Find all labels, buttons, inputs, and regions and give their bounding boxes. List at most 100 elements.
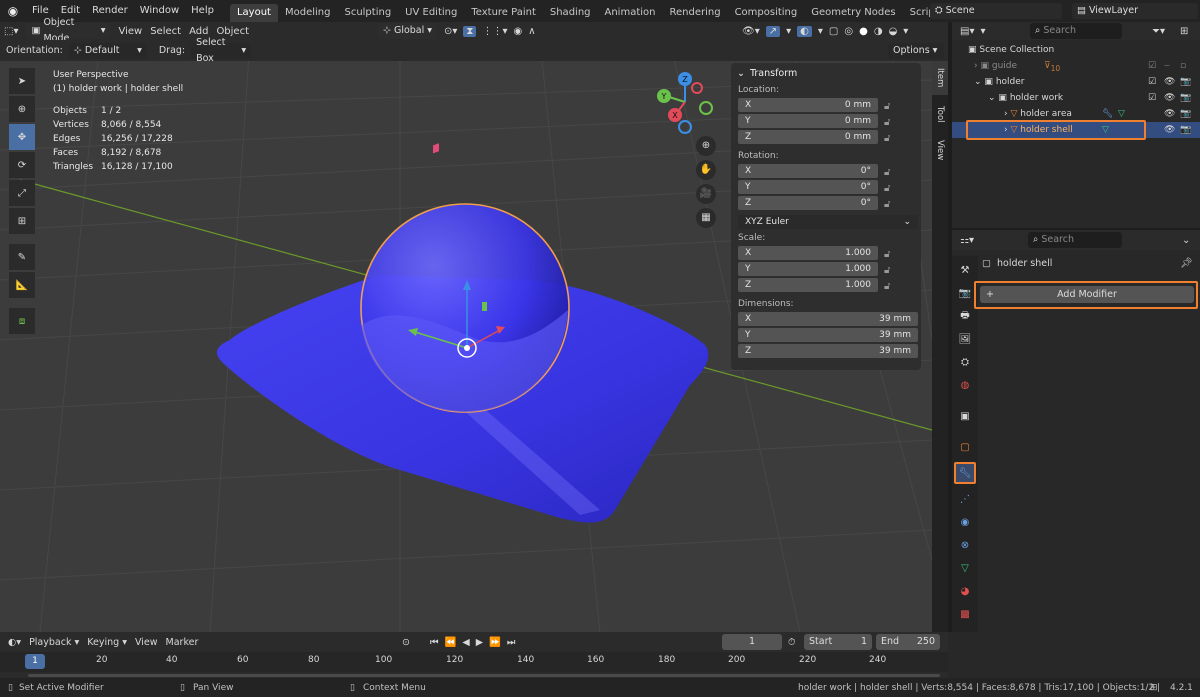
outliner-row-holder[interactable]: ⌄ ▣ holder ☑ 👁 📷 [952, 74, 1200, 90]
particles-tab-icon[interactable]: ⋰ [957, 491, 973, 507]
lock-icon[interactable]: 🔓︎ [884, 101, 890, 112]
lock-icon[interactable]: 🔓︎ [884, 167, 890, 178]
outliner-row-scene-collection[interactable]: ▣ Scene Collection [952, 42, 1200, 58]
proportional-edit-icon[interactable]: ◉ [513, 26, 522, 37]
start-frame-field[interactable]: Start 1 [804, 634, 872, 650]
texture-tab-icon[interactable]: ▩ [957, 606, 973, 622]
navigation-gizmo[interactable]: Z Y X [650, 70, 720, 140]
timeline-scrollbar[interactable] [28, 674, 940, 677]
outliner-search-input[interactable]: ⌕ Search [1030, 23, 1122, 39]
next-key-icon[interactable]: ⏩ [489, 637, 501, 648]
menu-playback[interactable]: Playback ▾ [29, 637, 79, 648]
camera-icon[interactable]: 📷 [1180, 122, 1191, 138]
stopwatch-icon[interactable]: ⏱ [788, 637, 795, 648]
tab-shading[interactable]: Shading [543, 4, 598, 22]
camera-icon[interactable]: 📷 [1180, 106, 1191, 122]
shading-rendered-icon[interactable]: ◒ [889, 26, 898, 37]
camera-icon[interactable]: 🎥 [696, 184, 716, 204]
measure-tool[interactable]: 📐 [9, 272, 35, 298]
shading-material-icon[interactable]: ◑ [874, 26, 883, 37]
outliner-row-holder-shell[interactable]: › ▽ holder shell ▽ 👁 📷 [952, 120, 1200, 140]
new-collection-icon[interactable]: ⊞ [1180, 26, 1188, 37]
gizmo-dropdown-icon[interactable]: ▾ [786, 26, 791, 37]
expand-icon[interactable]: ⌄ [974, 77, 982, 87]
pivot-icon[interactable]: ⊙▾ [444, 26, 457, 37]
tab-animation[interactable]: Animation [598, 4, 663, 22]
zoom-icon[interactable]: ⊕ [696, 136, 716, 156]
tab-item[interactable]: Item [932, 61, 948, 95]
data-tab-icon[interactable]: ▽ [957, 560, 973, 576]
lock-icon[interactable]: 🔓︎ [884, 249, 890, 260]
lock-icon[interactable]: 🔓︎ [884, 199, 890, 210]
physics-tab-icon[interactable]: ◉ [957, 514, 973, 530]
current-frame-field[interactable]: 1 [722, 634, 782, 650]
end-frame-field[interactable]: End 250 [876, 634, 940, 650]
jump-start-icon[interactable]: ⏮ [430, 637, 439, 648]
prev-key-icon[interactable]: ⏪ [445, 637, 457, 648]
modifier-tab-icon[interactable]: 🔧︎ [954, 462, 976, 484]
timeline-ruler[interactable]: 1 20 40 60 80 100 120 140 160 180 200 22… [0, 652, 948, 672]
lock-icon[interactable]: 🔓︎ [884, 133, 890, 144]
dimension-z-field[interactable]: Z 39 mm [738, 344, 918, 358]
dimension-y-field[interactable]: Y 39 mm [738, 328, 918, 342]
checkbox-icon[interactable]: ☑ [1148, 74, 1156, 90]
tab-geometry-nodes[interactable]: Geometry Nodes [804, 4, 902, 22]
grid-ortho-icon[interactable]: ▦ [696, 208, 716, 228]
select-box-tool[interactable]: ➤ [9, 68, 35, 94]
play-reverse-icon[interactable]: ◀ [462, 637, 469, 648]
lock-icon[interactable]: 🔓︎ [884, 281, 890, 292]
tab-uv-editing[interactable]: UV Editing [398, 4, 464, 22]
overlay-toggle-icon[interactable]: ◐ [797, 25, 812, 37]
scale-x-field[interactable]: X 1.000 [738, 246, 878, 260]
overlay-dropdown-icon[interactable]: ▾ [818, 26, 823, 37]
shading-solid-icon[interactable]: ● [859, 26, 868, 37]
filter-icon[interactable]: ⏷▾ [1152, 26, 1165, 37]
transform-header[interactable]: ⌄ Transform [731, 63, 921, 83]
timeline-editor-icon[interactable]: ◐▾ [8, 637, 21, 648]
expand-icon[interactable]: ⌄ [988, 93, 996, 103]
eye-closed-icon[interactable]: ⌣ [1164, 58, 1170, 74]
scale-y-field[interactable]: Y 1.000 [738, 262, 878, 276]
rotation-mode-dropdown[interactable]: XYZ Euler ⌄ [738, 215, 918, 229]
scale-tool[interactable]: ⤢ [9, 180, 35, 206]
tab-view[interactable]: View [932, 133, 948, 167]
options-dropdown[interactable]: Options ▾ [888, 42, 944, 59]
gizmo-toggle-icon[interactable]: ↗ [765, 25, 781, 37]
3d-viewport[interactable]: ➤ ⊕ ✥ ⟳ ⤢ ⊞ ✎ 📐 ⧈ User Perspective (1) h… [0, 40, 932, 632]
menu-keying[interactable]: Keying ▾ [87, 637, 127, 648]
falloff-icon[interactable]: ∧ [528, 26, 535, 37]
playhead-marker[interactable]: 1 [25, 654, 45, 669]
jump-end-icon[interactable]: ⏭ [507, 637, 516, 648]
annotate-tool[interactable]: ✎ [9, 244, 35, 270]
snap-target-icon[interactable]: ⋮⋮▾ [482, 26, 507, 37]
dimension-x-field[interactable]: X 39 mm [738, 312, 918, 326]
outliner-row-guide[interactable]: › ▣ guide ⊽10 ☑ ⌣ ▫ [952, 58, 1200, 74]
material-tab-icon[interactable]: ◕ [957, 583, 973, 599]
scene-selector[interactable]: ⛭ Scene [930, 3, 1062, 19]
lock-icon[interactable]: 🔓︎ [884, 265, 890, 276]
outliner-editor-icon[interactable]: ▤▾ [960, 26, 974, 37]
location-y-field[interactable]: Y 0 mm [738, 114, 878, 128]
checkbox-icon[interactable]: ☑ [1148, 90, 1156, 106]
render-tab-icon[interactable]: 📷 [957, 285, 973, 301]
play-icon[interactable]: ▶ [476, 637, 483, 648]
tab-layout[interactable]: Layout [229, 4, 278, 22]
menu-view[interactable]: View [135, 637, 158, 648]
properties-editor-icon[interactable]: ⚏▾ [960, 235, 974, 246]
cursor-tool[interactable]: ⊕ [9, 96, 35, 122]
menu-marker[interactable]: Marker [166, 637, 199, 648]
constraints-tab-icon[interactable]: ⊗ [957, 537, 973, 553]
editor-type-icon[interactable]: ⬚▾ [4, 26, 18, 37]
expand-icon[interactable]: › [974, 61, 978, 71]
menu-select[interactable]: Select [150, 26, 181, 37]
world-tab-icon[interactable]: ◍ [957, 377, 973, 393]
shading-dropdown-icon[interactable]: ▾ [903, 26, 908, 37]
add-cube-tool[interactable]: ⧈ [9, 308, 35, 334]
xray-icon[interactable]: ▢ [829, 26, 838, 37]
collection-tab-icon[interactable]: ▣ [957, 408, 973, 424]
checkbox-icon[interactable]: ☑ [1148, 58, 1156, 74]
outliner-row-holder-work[interactable]: ⌄ ▣ holder work ☑ 👁 📷 [952, 90, 1200, 106]
snap-icon[interactable]: ⧗ [463, 25, 477, 37]
shading-wireframe-icon[interactable]: ◎ [844, 26, 853, 37]
lock-icon[interactable]: 🔓︎ [884, 183, 890, 194]
